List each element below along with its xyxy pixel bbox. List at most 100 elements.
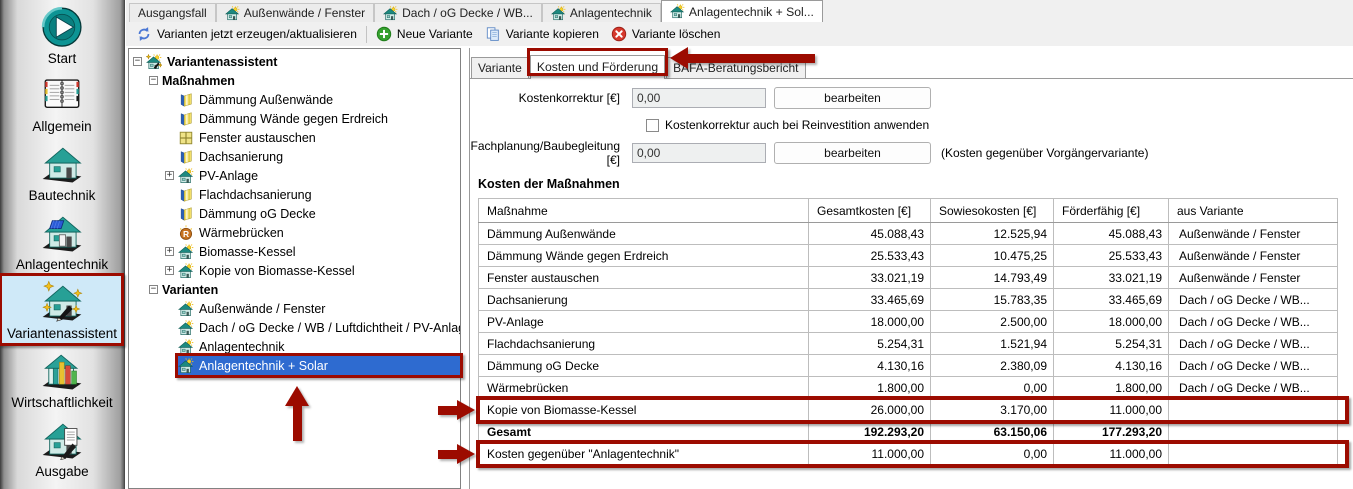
table-row-wärmebrücken[interactable]: Wärmebrücken 1.800,00 0,00 1.800,00 Dach / o… (478, 376, 1338, 399)
tree-item-maßnahmen[interactable]: − Maßnahmen (129, 71, 460, 90)
detail-tab-kosten-und-förderung[interactable]: Kosten und Förderung (529, 55, 666, 79)
fachplanung-bearbeiten-button[interactable]: bearbeiten (774, 142, 931, 164)
thermal-bridge-icon: R (178, 224, 195, 241)
measure-cell: Dämmung oG Decke (478, 354, 809, 377)
value-cell: 18.000,00 (808, 310, 931, 333)
value-cell: 2.380,09 (930, 354, 1054, 377)
tree-item-anlagentechnik[interactable]: Anlagentechnik (129, 337, 460, 356)
insulation-icon (178, 148, 195, 165)
sidebar-item-wirtschaftlichkeit[interactable]: Wirtschaftlichkeit (0, 344, 124, 413)
table-row-pv-anlage[interactable]: PV-Anlage 18.000,00 2.500,00 18.000,00 Dach … (478, 310, 1338, 333)
document-tab-label: Dach / oG Decke / WB... (402, 6, 533, 20)
house-report-icon (38, 417, 86, 463)
document-tab-außenwände-fenster[interactable]: Außenwände / Fenster (215, 3, 375, 22)
detail-tab-variante[interactable]: Variante (471, 57, 529, 78)
measure-cell: Kosten gegenüber "Anlagentechnik" (478, 442, 809, 465)
tree-item-pv-anlage[interactable]: + PV-Anlage (129, 166, 460, 185)
tree-item-label: Dämmung oG Decke (199, 206, 316, 221)
fachplanung-row: Fachplanung/Baubegleitung [€] bearbeiten… (470, 139, 1353, 167)
toolbar-separator (365, 25, 367, 43)
toolbar-button-varianten-jetzt-erzeugen-aktualisieren[interactable]: Varianten jetzt erzeugen/aktualisieren (130, 23, 363, 45)
toolbar-button-variante-löschen[interactable]: Variante löschen (605, 23, 727, 45)
insulation-icon (178, 186, 195, 203)
cost-table-header-row: Maßnahme Gesamtkosten [€] Sowiesokosten [€… (478, 198, 1338, 223)
tree-item-flachdachsanierung[interactable]: Flachdachsanierung (129, 185, 460, 204)
tree-item-kopie-von-biomasse-kessel[interactable]: + Kopie von Biomasse-Kessel (129, 261, 460, 280)
expander-plus-icon[interactable]: + (165, 266, 174, 275)
value-cell: 33.021,19 (808, 266, 931, 289)
value-cell: 192.293,20 (808, 420, 931, 443)
tree-item-varianten[interactable]: − Varianten (129, 280, 460, 299)
fachplanung-label: Fachplanung/Baubegleitung [€] (470, 139, 620, 167)
expander-plus-icon[interactable]: + (165, 247, 174, 256)
value-cell: 33.465,69 (808, 288, 931, 311)
tree-item-dach-og-decke-wb-luftdichtheit-pv-anlage[interactable]: Dach / oG Decke / WB / Luftdichtheit / P… (129, 318, 460, 337)
value-cell: Außenwände / Fenster (1168, 244, 1338, 267)
table-row-flachdachsanierung[interactable]: Flachdachsanierung 5.254,31 1.521,94 5.254,… (478, 332, 1338, 355)
tree-item-label: Anlagentechnik + Solar (199, 358, 328, 373)
tree-item-fenster-austauschen[interactable]: Fenster austauschen (129, 128, 460, 147)
cost-table: Maßnahme Gesamtkosten [€] Sowiesokosten [€… (478, 198, 1338, 465)
sidebar-item-allgemein[interactable]: Allgemein (0, 68, 124, 137)
document-tab-ausgangsfall[interactable]: Ausgangsfall (129, 3, 216, 22)
value-cell: Dach / oG Decke / WB... (1168, 354, 1338, 377)
table-row-dämmung-og-decke[interactable]: Dämmung oG Decke 4.130,16 2.380,09 4.130,16… (478, 354, 1338, 377)
kostenkorrektur-bearbeiten-button[interactable]: bearbeiten (774, 87, 931, 109)
tree-item-label: Anlagentechnik (199, 339, 285, 354)
sidebar-item-variantenassistent[interactable]: Variantenassistent (0, 275, 124, 344)
table-row-dämmung-wände-gegen-erdreich[interactable]: Dämmung Wände gegen Erdreich 25.533,43 10.… (478, 244, 1338, 267)
document-tab-anlagentechnik[interactable]: Anlagentechnik (541, 3, 661, 22)
tree-item-label: Dach / oG Decke / WB / Luftdichtheit / P… (199, 320, 461, 335)
kostenkorrektur-row: Kostenkorrektur [€] bearbeiten (470, 87, 1353, 109)
house-sun-icon (669, 4, 685, 19)
table-row-gesamt[interactable]: Gesamt 192.293,20 63.150,06 177.293,20 (478, 420, 1338, 443)
sidebar-item-ausgabe[interactable]: Ausgabe (0, 413, 124, 482)
document-tab-dach-og-decke-wb[interactable]: Dach / oG Decke / WB... (374, 3, 542, 22)
expander-plus-icon[interactable]: + (165, 171, 174, 180)
tree-item-anlagentechnik-+-solar[interactable]: Anlagentechnik + Solar (129, 356, 460, 375)
house-chart-icon (38, 348, 86, 394)
sidebar-item-anlagentechnik[interactable]: Anlagentechnik (0, 206, 124, 275)
table-row-kopie-von-biomasse-kessel[interactable]: Kopie von Biomasse-Kessel 26.000,00 3.170,… (478, 398, 1338, 421)
tree-item-biomasse-kessel[interactable]: + Biomasse-Kessel (129, 242, 460, 261)
tree-item-dämmung-og-decke[interactable]: Dämmung oG Decke (129, 204, 460, 223)
expander-minus-icon[interactable]: − (133, 57, 142, 66)
house-sun-icon (178, 319, 195, 336)
sidebar-item-bautechnik[interactable]: Bautechnik (0, 137, 124, 206)
table-row-dachsanierung[interactable]: Dachsanierung 33.465,69 15.783,35 33.465,69… (478, 288, 1338, 311)
tree-item-label: Dämmung Außenwände (199, 92, 334, 107)
tree-item-variantenassistent[interactable]: − Variantenassistent (129, 52, 460, 71)
tree-item-wärmebrücken[interactable]: R Wärmebrücken (129, 223, 460, 242)
value-cell: 2.500,00 (930, 310, 1054, 333)
expander-minus-icon[interactable]: − (149, 285, 158, 294)
house-sun-icon (178, 338, 195, 355)
toolbar-button-variante-kopieren[interactable]: Variante kopieren (479, 23, 605, 45)
sidebar-item-label: Ausgabe (35, 463, 89, 479)
reinvestition-checkbox[interactable] (646, 118, 659, 132)
expander-minus-icon[interactable]: − (149, 76, 158, 85)
value-cell: 15.783,35 (930, 288, 1054, 311)
sidebar-item-start[interactable]: Start (0, 2, 124, 68)
value-cell: Dach / oG Decke / WB... (1168, 288, 1338, 311)
tree-item-label: Maßnahmen (162, 73, 235, 88)
tree-item-dachsanierung[interactable]: Dachsanierung (129, 147, 460, 166)
tree-item-außenwände-fenster[interactable]: Außenwände / Fenster (129, 299, 460, 318)
detail-tab-bafa-beratungsbericht[interactable]: BAFA-Beratungsbericht (666, 57, 806, 78)
value-cell: 25.533,43 (808, 244, 931, 267)
toolbar-button-neue-variante[interactable]: Neue Variante (370, 23, 479, 45)
kostenkorrektur-input (632, 88, 766, 108)
tree-item-label: Außenwände / Fenster (199, 301, 326, 316)
tree-item-dämmung-wände-gegen-erdreich[interactable]: Dämmung Wände gegen Erdreich (129, 109, 460, 128)
toolbar-button-label: Varianten jetzt erzeugen/aktualisieren (157, 27, 357, 41)
house-sun-icon (178, 262, 195, 279)
document-tab-bar: Ausgangsfall Außenwände / Fenster Dach / o… (126, 0, 1353, 22)
table-row-dämmung-außenwände[interactable]: Dämmung Außenwände 45.088,43 12.525,94 45.0… (478, 222, 1338, 245)
value-cell: 177.293,20 (1053, 420, 1169, 443)
measure-cell: Gesamt (478, 420, 809, 443)
tree-item-dämmung-außenwände[interactable]: Dämmung Außenwände (129, 90, 460, 109)
table-row-kosten-gegenüber-anlagentechnik[interactable]: Kosten gegenüber "Anlagentechnik" 11.000,… (478, 442, 1338, 465)
table-row-fenster-austauschen[interactable]: Fenster austauschen 33.021,19 14.793,49 33.… (478, 266, 1338, 289)
variant-tree-panel: − Variantenassistent − Maßnahmen Dämmung Auß… (128, 48, 461, 489)
reinvestition-checkbox-row: Kostenkorrektur auch bei Reinvestition a… (646, 118, 1353, 132)
document-tab-anlagentechnik-+-sol[interactable]: Anlagentechnik + Sol... (660, 0, 823, 22)
